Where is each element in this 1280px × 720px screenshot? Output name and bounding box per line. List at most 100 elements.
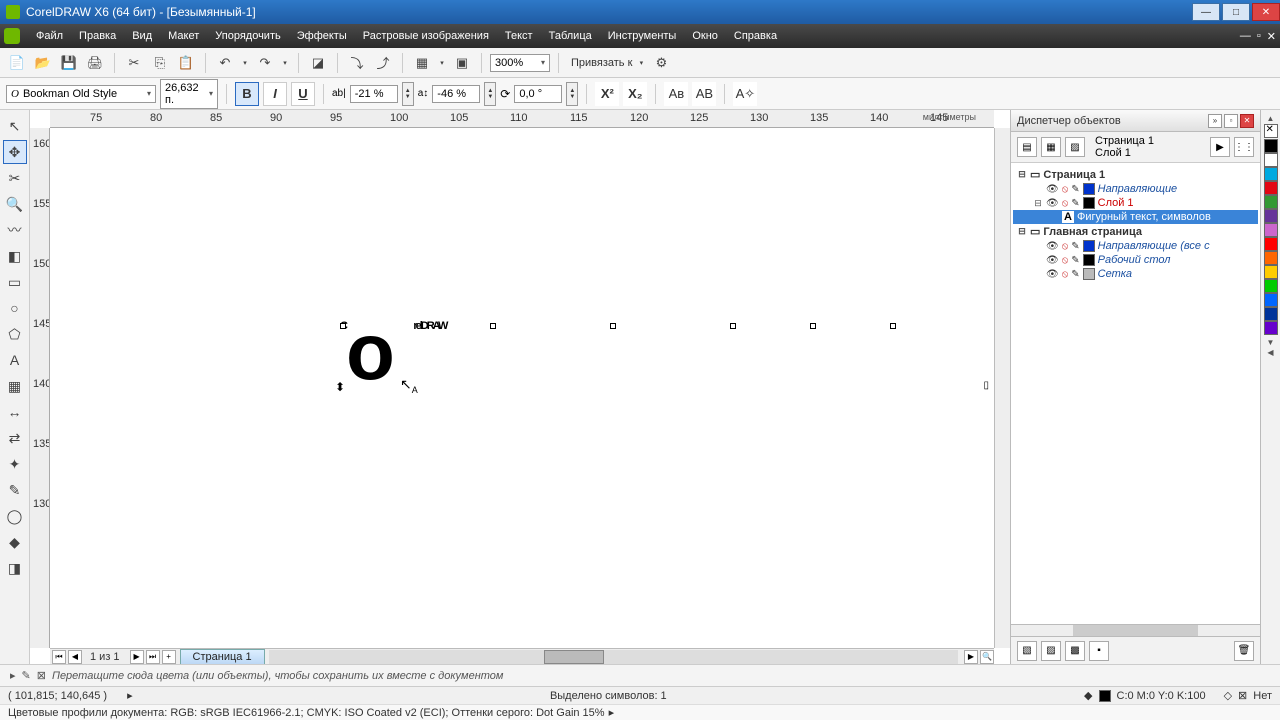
menu-text[interactable]: Текст <box>497 24 541 48</box>
layer-view-button[interactable]: ▨ <box>1065 137 1085 157</box>
outline-icon[interactable]: ◇ <box>1224 689 1232 702</box>
shape-tool[interactable]: ✥ <box>3 140 27 164</box>
table-tool[interactable]: ▦ <box>3 374 27 398</box>
doc-restore-button[interactable]: ▫ <box>1257 30 1261 43</box>
superscript-button[interactable]: X² <box>595 82 619 106</box>
next-page-button[interactable]: ▶ <box>130 650 144 664</box>
italic-button[interactable]: I <box>263 82 287 106</box>
redo-drop-button[interactable]: ▾ <box>280 52 290 74</box>
selection-handle[interactable] <box>610 323 616 329</box>
rectangle-tool[interactable]: ▭ <box>3 270 27 294</box>
horizontal-scrollbar[interactable] <box>269 650 958 664</box>
zoom-fit-button[interactable]: 🔍 <box>980 650 994 664</box>
artistic-text[interactable]: Co relDRAW <box>340 248 446 351</box>
panel-grid-button[interactable]: ⋮⋮ <box>1234 137 1254 157</box>
font-size-select[interactable]: 26,632 п. <box>160 79 218 109</box>
paste-button[interactable]: 📋 <box>175 52 197 74</box>
selection-handle[interactable] <box>730 323 736 329</box>
page-tab[interactable]: Страница 1 <box>180 649 265 665</box>
tree-row[interactable]: 👁⦸✎Сетка <box>1013 267 1258 281</box>
effects-tool[interactable]: ✦ <box>3 452 27 476</box>
color-swatch[interactable] <box>1264 181 1278 195</box>
panel-titlebar[interactable]: Диспетчер объектов » ▫ ✕ <box>1011 110 1260 132</box>
color-swatch[interactable] <box>1264 167 1278 181</box>
undo-drop-button[interactable]: ▾ <box>240 52 250 74</box>
color-swatch[interactable] <box>1264 307 1278 321</box>
swatch-none[interactable] <box>1264 124 1278 138</box>
text-overflow-icon[interactable]: ▯ <box>983 380 989 391</box>
options-button[interactable]: ⚙ <box>650 52 672 74</box>
rotation-input[interactable]: 0,0 ° <box>514 85 562 103</box>
tree-row[interactable]: 👁⦸✎Направляющие (все с <box>1013 239 1258 253</box>
freehand-tool[interactable]: 〰 <box>3 218 27 242</box>
new-layer-button[interactable]: ▧ <box>1017 641 1037 661</box>
maximize-button[interactable]: □ <box>1222 3 1250 21</box>
search-button[interactable]: ◪ <box>307 52 329 74</box>
move-to-layer-button[interactable]: ▪ <box>1089 641 1109 661</box>
color-swatch[interactable] <box>1264 195 1278 209</box>
kerning-input[interactable]: -21 % <box>350 85 398 103</box>
open-button[interactable]: 📂 <box>32 52 54 74</box>
vertical-scrollbar[interactable] <box>994 128 1010 648</box>
menu-tools[interactable]: Инструменты <box>600 24 685 48</box>
menu-help[interactable]: Справка <box>726 24 785 48</box>
selection-handle[interactable] <box>490 323 496 329</box>
tree-row[interactable]: ⊟👁⦸✎Слой 1 <box>1013 196 1258 210</box>
tree-row[interactable]: ⊟▭Страница 1 <box>1013 167 1258 182</box>
tree-row[interactable]: ⊟▭Главная страница <box>1013 224 1258 239</box>
eyedropper-tool[interactable]: ✎ <box>3 478 27 502</box>
canvas[interactable]: Co relDRAW ⬍ ↖A ▯ <box>50 128 994 648</box>
save-button[interactable]: 💾 <box>58 52 80 74</box>
delete-button[interactable]: 🗑 <box>1234 641 1254 661</box>
new-button[interactable]: 📄 <box>6 52 28 74</box>
subscript-button[interactable]: X₂ <box>623 82 647 106</box>
export-button[interactable]: ⤴ <box>372 52 394 74</box>
baseline-marker-icon[interactable]: ⬍ <box>335 380 345 394</box>
small-caps-button[interactable]: Ав <box>664 82 688 106</box>
color-swatch[interactable] <box>1264 237 1278 251</box>
menu-window[interactable]: Окно <box>684 24 726 48</box>
doc-close-button[interactable]: ✕ <box>1267 30 1276 43</box>
fill-icon[interactable]: ◆ <box>1084 689 1092 702</box>
ruler-vertical[interactable]: 160155150145140135130 <box>30 128 50 648</box>
color-swatch[interactable] <box>1264 139 1278 153</box>
menu-effects[interactable]: Эффекты <box>289 24 355 48</box>
palette-expand-button[interactable]: ◀ <box>1267 348 1273 357</box>
panel-menu-button[interactable]: » <box>1208 114 1222 128</box>
kerning-spinner[interactable]: ▲▼ <box>402 82 414 106</box>
interactive-fill-tool[interactable]: ◨ <box>3 556 27 580</box>
palette-down-button[interactable]: ▼ <box>1267 338 1275 347</box>
color-swatch[interactable] <box>1264 223 1278 237</box>
close-button[interactable]: ✕ <box>1252 3 1280 21</box>
panel-scrollbar[interactable] <box>1011 624 1260 636</box>
first-page-button[interactable]: ⏮ <box>52 650 66 664</box>
snap-drop-button[interactable]: ▾ <box>636 52 646 74</box>
ruler-horizontal[interactable]: 7580859095100105110115120125130135140145… <box>50 110 994 128</box>
tree-row[interactable]: 👁⦸✎Направляющие <box>1013 182 1258 196</box>
copy-button[interactable]: ⎘ <box>149 52 171 74</box>
minimize-button[interactable]: — <box>1192 3 1220 21</box>
profiles-expand-icon[interactable]: ▸ <box>609 706 615 719</box>
menu-table[interactable]: Таблица <box>541 24 600 48</box>
color-swatch[interactable] <box>1264 209 1278 223</box>
print-button[interactable]: 🖨 <box>84 52 106 74</box>
font-select[interactable]: OBookman Old Style <box>6 85 156 103</box>
selection-handle[interactable] <box>340 323 346 329</box>
color-swatch[interactable] <box>1264 321 1278 335</box>
publish-drop-button[interactable]: ▾ <box>437 52 447 74</box>
all-caps-button[interactable]: АВ <box>692 82 716 106</box>
pick-tool[interactable]: ↖ <box>3 114 27 138</box>
zoom-select[interactable]: 300% <box>490 54 550 72</box>
smart-fill-tool[interactable]: ◧ <box>3 244 27 268</box>
tree-row[interactable]: AФигурный текст, символов <box>1013 210 1258 224</box>
menu-edit[interactable]: Правка <box>71 24 124 48</box>
doc-minimize-button[interactable]: — <box>1240 30 1251 43</box>
prev-page-button[interactable]: ◀ <box>68 650 82 664</box>
last-page-button[interactable]: ⏭ <box>146 650 160 664</box>
panel-dock-button[interactable]: ▫ <box>1224 114 1238 128</box>
app-launcher-button[interactable]: ▣ <box>451 52 473 74</box>
char-formatting-button[interactable]: A✧ <box>733 82 757 106</box>
menu-file[interactable]: Файл <box>28 24 71 48</box>
tree-row[interactable]: 👁⦸✎Рабочий стол <box>1013 253 1258 267</box>
color-swatch[interactable] <box>1264 153 1278 167</box>
